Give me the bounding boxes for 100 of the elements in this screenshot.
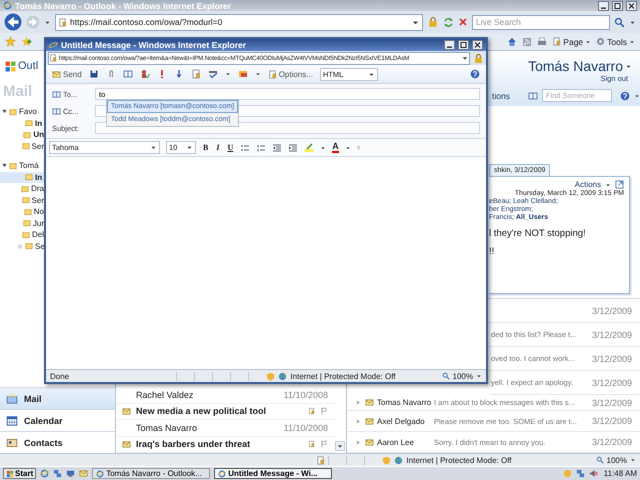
nav-button[interactable]: Mail xyxy=(0,387,115,409)
bullets-icon[interactable] xyxy=(240,142,250,152)
folder-item[interactable]: Favo xyxy=(0,106,44,118)
options-button[interactable]: Options... xyxy=(268,70,313,78)
stop-icon[interactable] xyxy=(458,17,468,27)
indent-icon[interactable] xyxy=(288,142,298,152)
folder-item[interactable]: Jur xyxy=(0,218,44,229)
add-favorite-icon[interactable] xyxy=(21,36,32,47)
caret-icon[interactable] xyxy=(634,92,640,98)
zoom-level[interactable]: 100% xyxy=(606,456,627,464)
pop-out-icon[interactable] xyxy=(615,180,624,189)
search-icon[interactable] xyxy=(614,16,625,28)
folder-item[interactable]: Del xyxy=(0,229,44,240)
browser-logo-icon xyxy=(96,470,104,478)
folder-item[interactable]: Se xyxy=(0,240,44,252)
caret-icon[interactable] xyxy=(224,71,231,77)
help-icon[interactable] xyxy=(470,69,480,79)
date-text: 3/12/2009 xyxy=(592,306,632,316)
font-color-button[interactable]: A xyxy=(332,142,339,153)
folder-label: Se xyxy=(35,242,45,251)
sender-name: Aaron Lee xyxy=(377,438,415,446)
lock-icon[interactable] xyxy=(427,16,439,28)
spelling-icon[interactable] xyxy=(208,69,218,79)
user-menu[interactable]: Tomás Navarro xyxy=(528,58,623,74)
home-icon[interactable] xyxy=(507,36,518,46)
folder-item[interactable]: No xyxy=(0,206,44,218)
folder-icon xyxy=(24,208,32,216)
start-button[interactable]: Start xyxy=(3,468,36,479)
message-item[interactable]: 3/12/2009 xyxy=(489,299,640,323)
minimize-button[interactable] xyxy=(598,0,609,10)
volume-icon[interactable] xyxy=(588,469,598,478)
command-button[interactable]: Tools xyxy=(596,36,635,46)
close-button[interactable] xyxy=(626,0,637,10)
address-book-icon xyxy=(52,106,61,116)
sender-name: Tomas Navarro xyxy=(377,398,431,407)
maximize-button[interactable] xyxy=(612,0,623,10)
minimize-button[interactable] xyxy=(444,40,455,50)
caret-icon[interactable] xyxy=(320,144,326,150)
taskbar-button[interactable]: Untitled Message - Wi... xyxy=(214,468,332,479)
envelope-icon xyxy=(52,70,61,78)
caret-icon[interactable] xyxy=(344,144,351,150)
low-importance-icon[interactable] xyxy=(174,69,184,79)
printer-icon[interactable] xyxy=(537,36,548,46)
browser-launch-icon[interactable] xyxy=(40,469,50,478)
bold-button[interactable]: B xyxy=(202,143,210,152)
folder-item[interactable]: Un xyxy=(0,129,44,140)
numbering-icon[interactable] xyxy=(256,142,266,152)
document-icon[interactable] xyxy=(190,69,201,79)
calendar-icon xyxy=(6,414,18,426)
desktop-icon[interactable] xyxy=(66,469,76,478)
tag-icon[interactable] xyxy=(238,69,248,79)
caret-icon[interactable] xyxy=(254,71,261,77)
star-icon[interactable] xyxy=(5,36,16,47)
conversation-item[interactable]: New media a new political tool xyxy=(116,404,336,420)
refresh-icon[interactable] xyxy=(443,16,454,28)
taskbar-button[interactable]: Tomás Navarro - Outlook... xyxy=(92,468,210,479)
folder-item[interactable]: Tomá xyxy=(0,160,44,172)
send-button[interactable]: Send xyxy=(52,70,82,78)
address-book-icon[interactable] xyxy=(122,69,133,79)
options-link[interactable]: tions xyxy=(492,90,510,100)
scroll-down-button[interactable] xyxy=(335,441,345,451)
close-button[interactable] xyxy=(472,40,483,50)
highlighter-icon[interactable] xyxy=(304,142,314,152)
save-icon[interactable] xyxy=(88,69,99,79)
check-names-icon[interactable] xyxy=(140,69,150,79)
folder-icon xyxy=(25,242,33,250)
address-book-icon[interactable] xyxy=(528,90,538,100)
expanded-arrow-icon[interactable] xyxy=(2,109,7,114)
folder-item[interactable]: Ser xyxy=(0,194,44,206)
folder-icon xyxy=(22,196,30,204)
search-field[interactable]: Live Search xyxy=(472,14,610,30)
envelope-icon xyxy=(365,398,374,407)
address-field[interactable]: https://mail.contoso.com/owa/?modurl=0 xyxy=(55,14,423,30)
folder-item[interactable]: In xyxy=(0,172,44,183)
help-icon[interactable] xyxy=(620,90,630,100)
expanded-arrow-icon[interactable] xyxy=(2,163,7,168)
network-icon[interactable] xyxy=(576,469,585,478)
underline-button[interactable]: U xyxy=(226,143,234,152)
feed-icon[interactable] xyxy=(522,36,532,46)
address-text: https://mail.contoso.com/owa/?modurl=0 xyxy=(70,17,224,27)
category-icon xyxy=(308,407,315,416)
maximize-button[interactable] xyxy=(458,40,469,50)
italic-button[interactable]: I xyxy=(215,143,220,152)
clock: 11:48 AM xyxy=(604,469,637,478)
collapsed-arrow-icon[interactable] xyxy=(18,244,23,249)
folder-item[interactable]: Ser xyxy=(0,140,44,152)
actions-menu[interactable]: Actions xyxy=(574,180,601,189)
date-text: 3/12/2009 xyxy=(592,437,632,447)
folder-item[interactable]: Dra xyxy=(0,183,44,194)
windows-logo-icon xyxy=(6,470,14,478)
back-button[interactable] xyxy=(4,13,22,31)
envelope-icon[interactable] xyxy=(79,469,88,478)
folder-label: Ser xyxy=(32,142,44,151)
network-icon[interactable] xyxy=(53,469,62,478)
folder-label: In xyxy=(35,118,42,128)
zoom-level[interactable]: 100% xyxy=(452,372,473,380)
dropdown-icon[interactable] xyxy=(461,54,469,62)
outdent-icon[interactable] xyxy=(272,142,282,152)
command-button[interactable]: Page xyxy=(552,36,592,46)
folder-item[interactable]: In xyxy=(0,118,44,129)
